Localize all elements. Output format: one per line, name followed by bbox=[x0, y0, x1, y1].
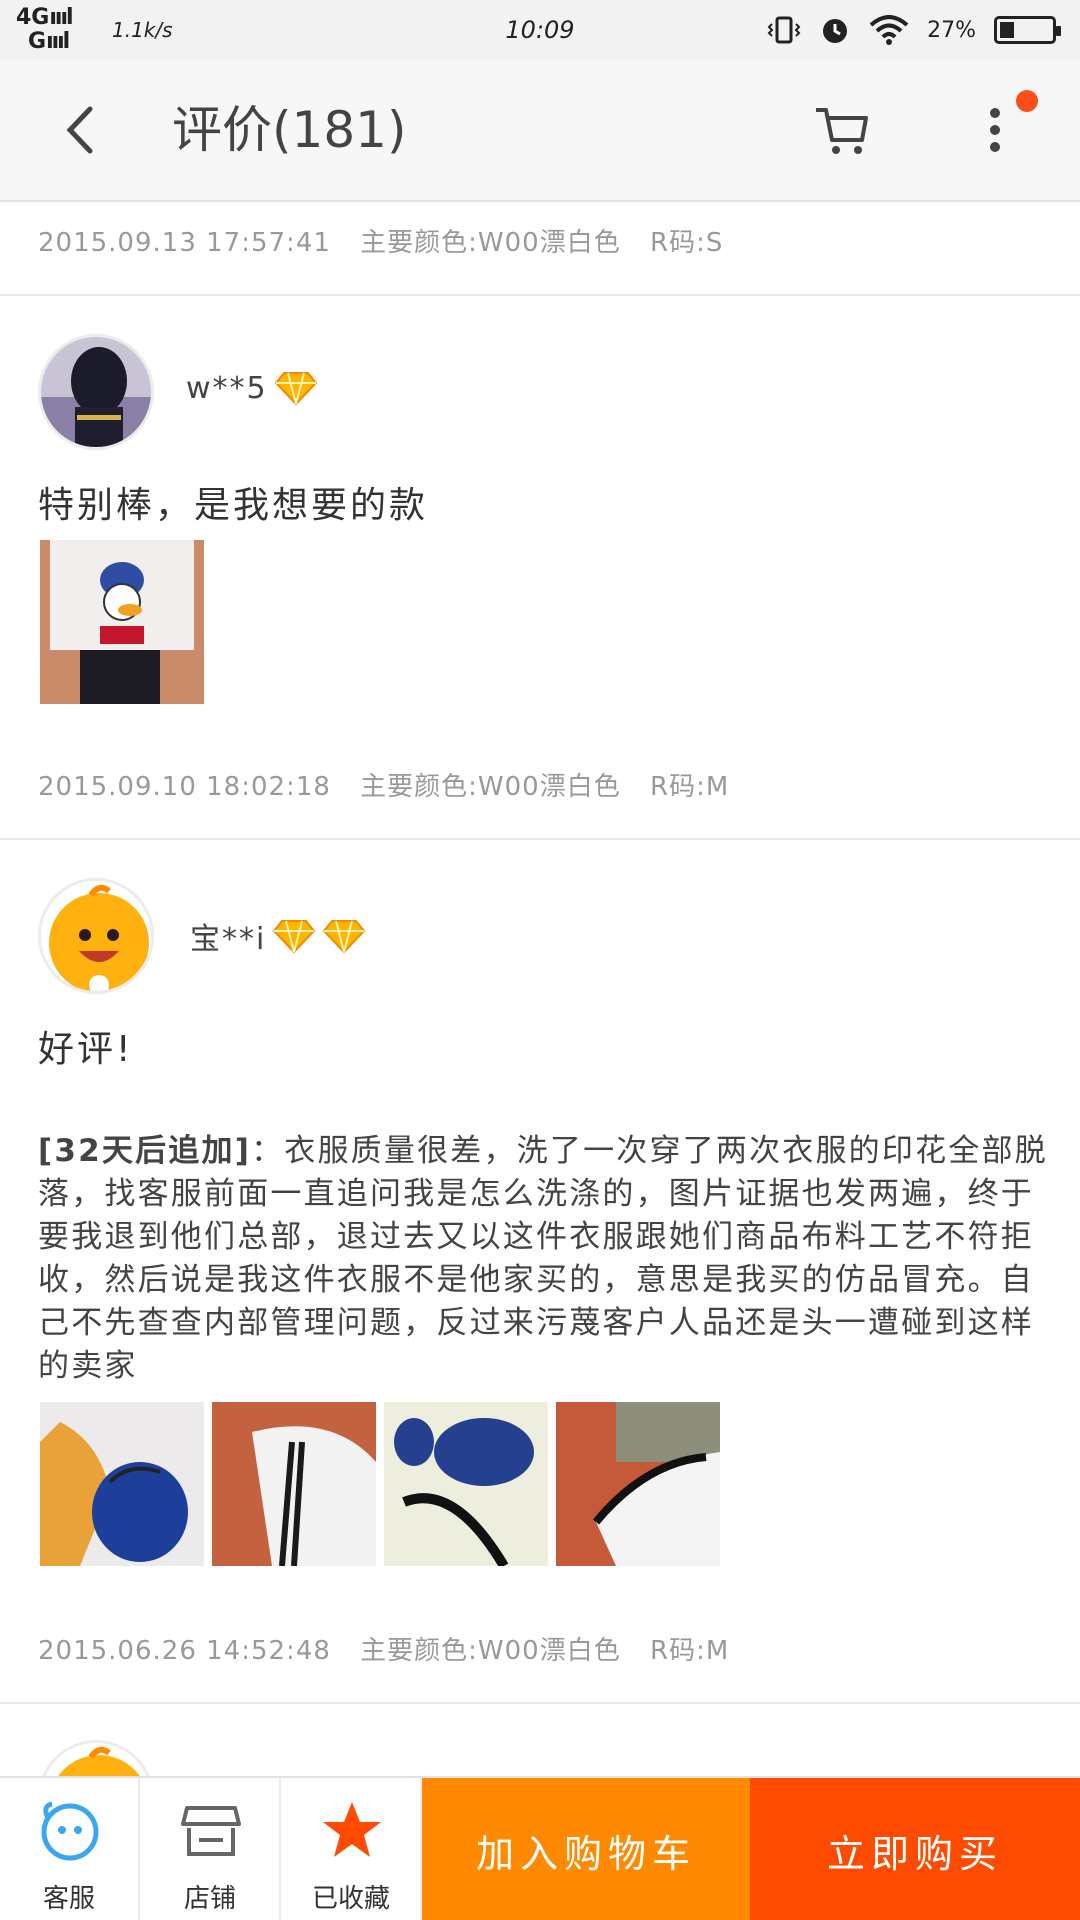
review-date: 2015.09.13 17:57:41 bbox=[38, 228, 331, 258]
review-size: R码:M bbox=[650, 1636, 730, 1666]
customer-service-label: 客服 bbox=[42, 1884, 95, 1914]
status-bar: 4Gıııl Gıııl 1.1k/s 10:09 27% bbox=[0, 0, 1080, 60]
add-to-cart-button[interactable]: 加入购物车 bbox=[422, 1778, 750, 1920]
review-meta: 2015.06.26 14:52:48 主要颜色:W00漂白色 R码:M bbox=[38, 1630, 749, 1667]
star-icon bbox=[323, 1802, 381, 1857]
avatar[interactable] bbox=[38, 878, 154, 994]
review-date: 2015.09.10 18:02:18 bbox=[38, 772, 331, 802]
review-text: 特别棒，是我想要的款 bbox=[38, 485, 429, 526]
divider bbox=[0, 294, 1080, 296]
review-color: 主要颜色:W00漂白色 bbox=[360, 228, 621, 258]
favorite-button[interactable]: 已收藏 bbox=[282, 1778, 422, 1920]
diamond-icon bbox=[274, 372, 317, 406]
review-image[interactable] bbox=[212, 1402, 376, 1566]
divider bbox=[0, 1702, 1080, 1704]
cart-button[interactable] bbox=[810, 100, 874, 160]
append-label: [32天后追加] bbox=[38, 1133, 252, 1169]
more-button[interactable] bbox=[975, 100, 1015, 160]
review-meta: 2015.09.13 17:57:41 主要颜色:W00漂白色 R码:S bbox=[38, 222, 743, 259]
battery-icon bbox=[994, 16, 1061, 44]
username[interactable]: w**5 bbox=[186, 370, 318, 406]
store-icon bbox=[181, 1806, 241, 1856]
vibrate-icon bbox=[767, 16, 801, 44]
shop-button[interactable]: 店铺 bbox=[141, 1778, 281, 1920]
append-review: [32天后追加]：衣服质量很差，洗了一次穿了两次衣服的印花全部脱落，找客服前面一… bbox=[38, 1130, 1048, 1388]
username[interactable]: 宝**i bbox=[190, 914, 366, 958]
chat-bubble-icon bbox=[41, 1801, 99, 1861]
battery-percent: 27% bbox=[927, 17, 976, 43]
review-size: R码:S bbox=[650, 228, 724, 258]
cart-icon bbox=[816, 108, 868, 154]
avatar[interactable] bbox=[38, 334, 154, 450]
alarm-icon bbox=[823, 19, 848, 43]
review-color: 主要颜色:W00漂白色 bbox=[360, 1636, 621, 1666]
header-bar: 评价(181) bbox=[0, 60, 1080, 202]
review-color: 主要颜色:W00漂白色 bbox=[360, 772, 621, 802]
review-meta: 2015.09.10 18:02:18 主要颜色:W00漂白色 R码:M bbox=[38, 766, 749, 803]
customer-service-button[interactable]: 客服 bbox=[0, 1778, 140, 1920]
avatar-photo bbox=[41, 337, 151, 447]
review-size: R码:M bbox=[650, 772, 730, 802]
diamond-icon bbox=[323, 920, 366, 954]
review-date: 2015.06.26 14:52:48 bbox=[38, 1636, 331, 1666]
back-arrow-icon bbox=[66, 106, 93, 154]
diamond-icon bbox=[273, 920, 316, 954]
page-title: 评价(181) bbox=[172, 101, 407, 159]
review-image[interactable] bbox=[40, 540, 204, 704]
buy-now-button[interactable]: 立即购买 bbox=[750, 1778, 1080, 1920]
more-vertical-icon bbox=[990, 108, 1000, 118]
favorite-label: 已收藏 bbox=[311, 1884, 390, 1914]
mascot-avatar-icon bbox=[41, 881, 151, 991]
status-icons: 27% bbox=[767, 12, 1061, 48]
divider bbox=[0, 838, 1080, 840]
review-image[interactable] bbox=[40, 1402, 204, 1566]
back-button[interactable] bbox=[50, 100, 110, 160]
bottom-action-bar: 客服 店铺 已收藏 加入购物车 立即购买 bbox=[0, 1776, 1080, 1920]
shop-label: 店铺 bbox=[183, 1884, 236, 1914]
notification-dot bbox=[1016, 90, 1038, 112]
review-image[interactable] bbox=[384, 1402, 548, 1566]
wifi-icon bbox=[869, 15, 909, 45]
append-text: ：衣服质量很差，洗了一次穿了两次衣服的印花全部脱落，找客服前面一直追问我是怎么洗… bbox=[38, 1133, 1048, 1384]
review-image[interactable] bbox=[556, 1402, 720, 1566]
review-text: 好评! bbox=[38, 1029, 134, 1070]
